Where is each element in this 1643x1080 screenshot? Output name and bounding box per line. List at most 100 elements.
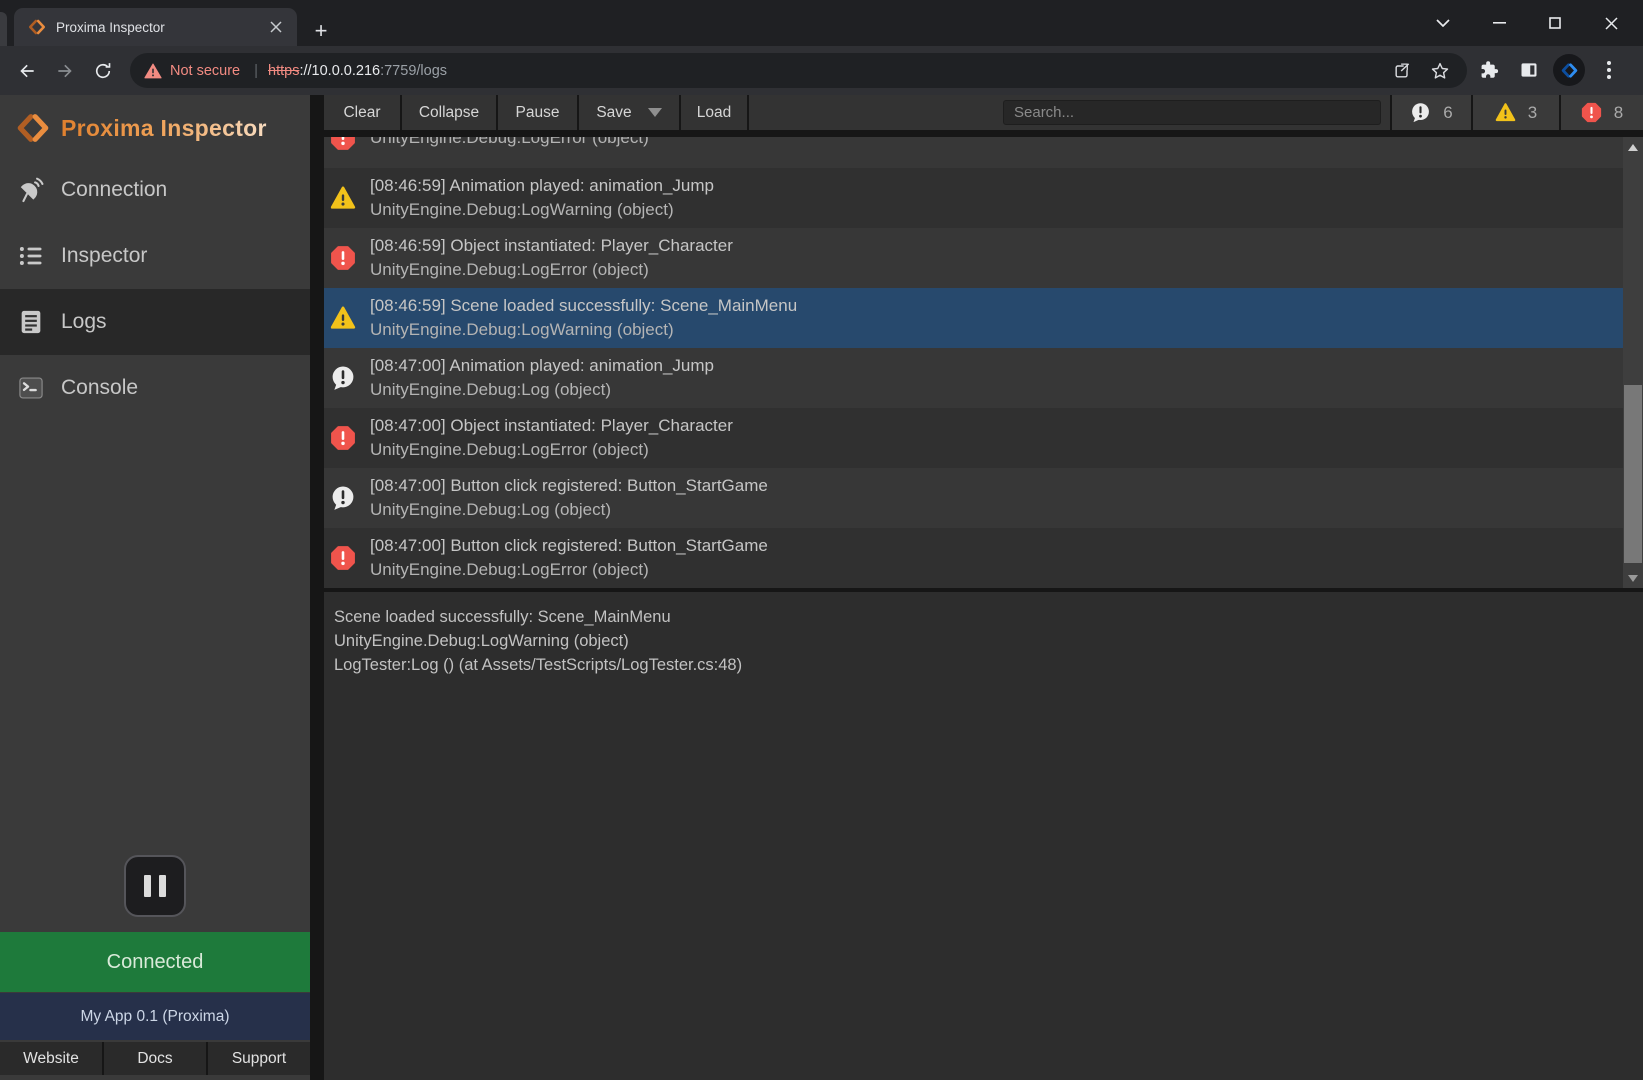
sidebar-item-inspector[interactable]: Inspector	[0, 223, 310, 289]
log-message: [08:47:00] Object instantiated: Player_C…	[370, 414, 733, 438]
browser-window: Proxima Inspector +	[0, 0, 1643, 1080]
new-tab-button[interactable]: +	[305, 15, 337, 47]
sidebar-item-console[interactable]: Console	[0, 355, 310, 421]
url-path: :7759/logs	[380, 63, 447, 79]
log-row-content: [08:46:59] Scene loaded successfully: Sc…	[324, 288, 1643, 348]
log-stacktrace: UnityEngine.Debug:LogError (object)	[370, 558, 768, 582]
logs-toolbar: Clear Collapse Pause Save Load	[324, 95, 1643, 130]
browser-tab[interactable]: Proxima Inspector	[14, 8, 297, 46]
minimize-button[interactable]	[1471, 0, 1527, 46]
log-stacktrace: UnityEngine.Debug:LogWarning (object)	[370, 198, 714, 222]
website-link[interactable]: Website	[0, 1042, 102, 1075]
log-row[interactable]: [08:47:00] Button click registered: Butt…	[324, 528, 1643, 588]
window-controls	[1415, 0, 1639, 46]
log-row-content: [08:47:00] Animation played: animation_J…	[324, 348, 1643, 408]
error-octagon-icon	[1581, 102, 1602, 123]
sidebar-item-label: Inspector	[61, 244, 147, 268]
log-message: [08:47:00] Button click registered: Butt…	[370, 534, 768, 558]
scrollbar-thumb[interactable]	[1624, 385, 1642, 563]
save-dropdown-caret-icon[interactable]	[648, 108, 662, 117]
info-icon	[330, 485, 356, 511]
info-icon	[330, 365, 356, 391]
log-list-scrollbar[interactable]	[1623, 137, 1643, 588]
not-secure-warning-icon	[144, 63, 162, 79]
tab-stub	[0, 12, 7, 46]
list-icon	[17, 242, 45, 270]
url-bar[interactable]: Not secure | https ://10.0.0.216 :7759/l…	[130, 53, 1467, 88]
log-row[interactable]: [08:46:59] Scene loaded successfully: Sc…	[324, 288, 1643, 348]
sidebar-item-label: Logs	[61, 310, 107, 334]
scroll-down-icon[interactable]	[1623, 568, 1643, 588]
log-row[interactable]: UnityEngine.Debug:LogError (object)	[324, 137, 1643, 168]
log-row[interactable]: [08:46:59] Animation played: animation_J…	[324, 168, 1643, 228]
docs-link[interactable]: Docs	[104, 1042, 206, 1075]
pause-button[interactable]: Pause	[498, 95, 577, 130]
back-icon[interactable]	[8, 52, 46, 90]
log-row-content: [08:47:00] Object instantiated: Player_C…	[324, 408, 1643, 468]
log-message: [08:46:59] Scene loaded successfully: Sc…	[370, 294, 797, 318]
document-icon	[17, 308, 45, 336]
log-row[interactable]: [08:47:00] Animation played: animation_J…	[324, 348, 1643, 408]
connection-status-label: Connected	[107, 951, 204, 974]
warning-icon	[330, 185, 356, 211]
log-stacktrace: UnityEngine.Debug:LogError (object)	[370, 137, 649, 150]
brand: Proxima Inspector	[16, 111, 267, 145]
warning-count: 3	[1528, 103, 1537, 123]
sidebar-item-logs[interactable]: Logs	[0, 289, 310, 355]
tab-search-chevron-icon[interactable]	[1415, 0, 1471, 46]
collapse-button[interactable]: Collapse	[402, 95, 496, 130]
log-row[interactable]: [08:47:00] Object instantiated: Player_C…	[324, 408, 1643, 468]
info-count: 6	[1443, 103, 1452, 123]
sidebar-item-label: Console	[61, 376, 138, 400]
info-filter-badge[interactable]: 6	[1392, 95, 1471, 130]
load-button[interactable]: Load	[681, 95, 747, 130]
browser-menu-icon[interactable]	[1589, 51, 1629, 89]
share-icon[interactable]	[1383, 53, 1421, 88]
log-row-content: [08:47:00] Button click registered: Butt…	[324, 468, 1643, 528]
avatar-proxima-blue-icon	[1553, 54, 1585, 86]
log-row-content: [08:46:59] Animation played: animation_J…	[324, 168, 1643, 228]
log-stacktrace: UnityEngine.Debug:LogError (object)	[370, 258, 733, 282]
extensions-puzzle-icon[interactable]	[1469, 51, 1509, 89]
log-stacktrace: UnityEngine.Debug:LogError (object)	[370, 438, 733, 462]
error-icon	[330, 425, 356, 451]
search-input[interactable]	[1003, 100, 1381, 125]
app-info-bar: My App 0.1 (Proxima)	[0, 993, 310, 1040]
log-list: UnityEngine.Debug:LogError (object) [08:…	[324, 137, 1643, 588]
save-button[interactable]: Save	[579, 95, 679, 130]
reload-icon[interactable]	[84, 52, 122, 90]
log-stacktrace: UnityEngine.Debug:Log (object)	[370, 378, 714, 402]
close-window-button[interactable]	[1583, 0, 1639, 46]
bookmark-star-icon[interactable]	[1421, 53, 1459, 88]
side-panel-icon[interactable]	[1509, 51, 1549, 89]
proxima-logo-icon	[16, 111, 50, 145]
maximize-button[interactable]	[1527, 0, 1583, 46]
sidebar-item-connection[interactable]: Connection	[0, 157, 310, 223]
error-filter-badge[interactable]: 8	[1561, 95, 1643, 130]
error-icon	[330, 545, 356, 571]
clear-button[interactable]: Clear	[324, 95, 400, 130]
scroll-up-icon[interactable]	[1623, 137, 1643, 157]
favicon-proxima-icon	[28, 18, 46, 36]
app-info-label: My App 0.1 (Proxima)	[80, 1008, 229, 1026]
url-scheme: https	[268, 63, 299, 79]
sidebar-nav: Connection Inspector	[0, 157, 310, 421]
tab-title: Proxima Inspector	[56, 20, 265, 35]
log-message: [08:47:00] Button click registered: Butt…	[370, 474, 768, 498]
log-row[interactable]: [08:47:00] Button click registered: Butt…	[324, 468, 1643, 528]
url-host: ://10.0.0.216	[299, 63, 380, 79]
pause-stream-button[interactable]	[124, 855, 186, 917]
profile-avatar[interactable]	[1549, 51, 1589, 89]
terminal-icon	[17, 374, 45, 402]
detail-line: UnityEngine.Debug:LogWarning (object)	[334, 629, 1643, 653]
error-icon	[330, 137, 356, 151]
error-count: 8	[1614, 103, 1623, 123]
warning-filter-badge[interactable]: 3	[1473, 95, 1559, 130]
support-link[interactable]: Support	[208, 1042, 310, 1075]
warning-icon	[330, 305, 356, 331]
forward-icon[interactable]	[46, 52, 84, 90]
error-icon	[330, 245, 356, 271]
tab-close-icon[interactable]	[265, 16, 287, 38]
log-row[interactable]: [08:46:59] Object instantiated: Player_C…	[324, 228, 1643, 288]
not-secure-label: Not secure	[170, 63, 240, 79]
